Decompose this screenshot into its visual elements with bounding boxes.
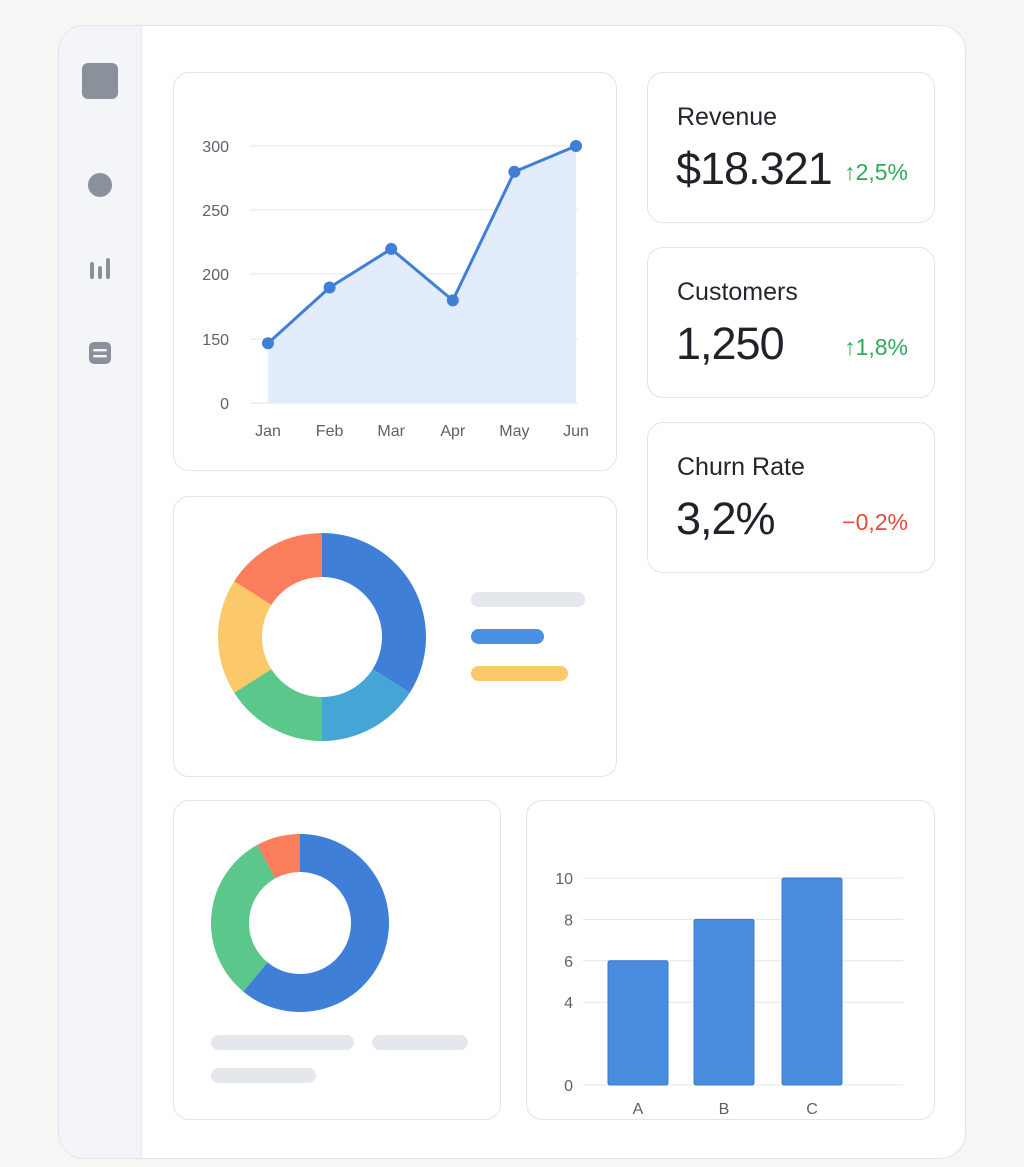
legend-bar-yellow — [471, 666, 568, 681]
x-tick-label: Apr — [440, 423, 466, 440]
stat-change: ↑2,5% — [844, 159, 908, 185]
sidebar — [59, 26, 142, 1158]
y-tick-label: 0 — [564, 1078, 573, 1095]
legend-bar-gray — [471, 592, 585, 607]
y-tick-label: 250 — [202, 203, 229, 220]
stat-card-churn-rate: Churn Rate 3,2% −0,2% — [647, 422, 935, 573]
text-placeholders — [211, 1035, 468, 1083]
bar-chart: 0 4 6 8 10 A B C — [555, 871, 903, 1118]
donut-chart-card — [173, 496, 617, 777]
stat-title: Customers — [677, 278, 798, 306]
y-tick-label: 4 — [564, 995, 573, 1012]
y-tick-label: 200 — [202, 267, 229, 284]
x-tick-label: A — [633, 1101, 644, 1118]
stat-change: −0,2% — [842, 509, 908, 535]
stat-card-customers: Customers 1,250 ↑1,8% — [647, 247, 935, 398]
y-tick-label: 8 — [564, 912, 573, 929]
bar-chart-icon[interactable] — [82, 250, 118, 286]
placeholder-line — [211, 1068, 316, 1083]
stat-title: Revenue — [677, 103, 778, 131]
data-point — [570, 140, 582, 152]
placeholder-line — [211, 1035, 354, 1050]
small-donut-card — [173, 800, 501, 1120]
stat-value: 3,2% — [676, 493, 776, 544]
dashboard-window: 0 150 200 250 300 Jan Feb Mar Apr May Jun Revenue … — [58, 25, 966, 1159]
stat-value: $18.321 — [676, 143, 833, 194]
line-chart: 0 150 200 250 300 Jan Feb Mar Apr May Jun — [202, 139, 589, 440]
stat-title: Churn Rate — [677, 453, 805, 481]
y-tick-label: 6 — [564, 954, 573, 971]
stat-change: ↑1,8% — [844, 334, 908, 360]
x-tick-label: Jan — [255, 423, 281, 440]
y-tick-label: 300 — [202, 139, 229, 156]
data-point — [508, 165, 521, 178]
stat-value: 1,250 — [676, 318, 785, 369]
circle-icon[interactable] — [82, 167, 118, 203]
data-point — [385, 242, 398, 255]
bar — [781, 877, 843, 1086]
x-tick-label: Jun — [563, 423, 589, 440]
data-point — [323, 281, 336, 294]
x-tick-label: Feb — [316, 423, 344, 440]
square-icon[interactable] — [82, 63, 118, 99]
data-point — [262, 337, 274, 350]
x-tick-label: C — [806, 1101, 818, 1118]
bar-chart-card: 0 4 6 8 10 A B C — [526, 800, 935, 1120]
x-tick-label: May — [499, 423, 529, 440]
y-tick-label: 10 — [555, 871, 573, 888]
legend-bar-blue — [471, 629, 544, 644]
line-chart-card: 0 150 200 250 300 Jan Feb Mar Apr May Jun — [173, 72, 617, 471]
legend-placeholders — [471, 592, 585, 681]
placeholder-line — [372, 1035, 468, 1050]
list-icon[interactable] — [82, 335, 118, 371]
bar — [693, 918, 755, 1086]
y-tick-label: 0 — [220, 396, 229, 413]
bar — [607, 960, 669, 1086]
x-tick-label: B — [719, 1101, 730, 1118]
x-tick-label: Mar — [377, 423, 405, 440]
data-point — [446, 294, 459, 307]
stat-card-revenue: Revenue $18.321 ↑2,5% — [647, 72, 935, 223]
y-tick-label: 150 — [202, 332, 229, 349]
